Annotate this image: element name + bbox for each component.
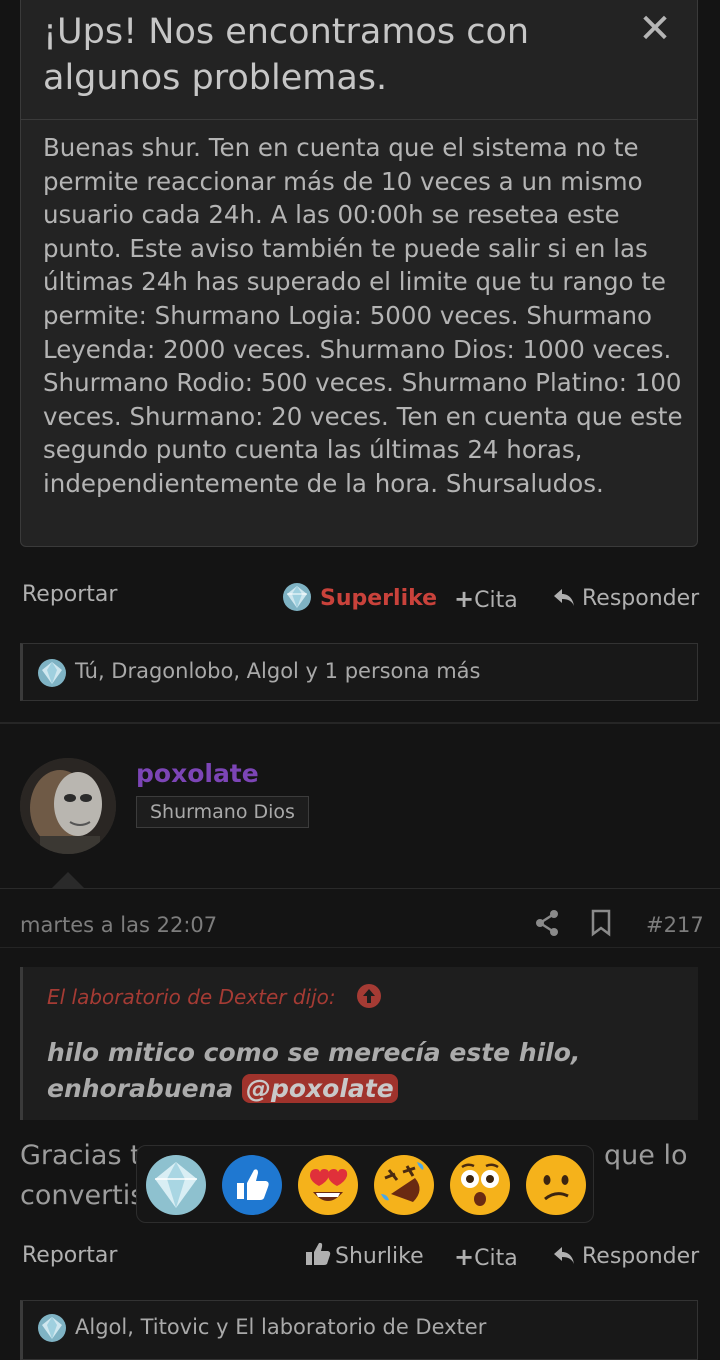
bookmark-icon[interactable] <box>590 909 612 937</box>
modal-message: Buenas shur. Ten en cuenta que el sistem… <box>43 133 683 498</box>
modal-header: ¡Ups! Nos encontramos con algunos proble… <box>21 0 697 120</box>
quote-button[interactable]: +Cita <box>454 1242 518 1274</box>
divider <box>0 722 720 724</box>
reply-icon <box>552 586 576 617</box>
quote-text: hilo mitico como se merecía este hilo, e… <box>47 1035 657 1107</box>
reply-button[interactable]: Responder <box>552 1242 699 1275</box>
reply-icon <box>552 1244 576 1275</box>
reactions-users: Tú, Dragonlobo, Algol y 1 persona más <box>75 659 481 683</box>
divider <box>0 888 720 889</box>
pointer-arrow <box>52 872 84 888</box>
modal-title: ¡Ups! Nos encontramos con algunos proble… <box>43 12 530 98</box>
quote-block: El laboratorio de Dexter dijo: hilo miti… <box>20 967 698 1120</box>
report-link[interactable]: Reportar <box>22 1241 117 1271</box>
reply-label: Responder <box>582 1244 700 1269</box>
user-rank-badge: Shurmano Dios <box>136 796 309 828</box>
quote-label: Cita <box>474 588 518 613</box>
report-link[interactable]: Reportar <box>22 580 117 610</box>
quote-label: Cita <box>474 1246 518 1271</box>
superlike-button[interactable]: Superlike <box>320 584 437 614</box>
reaction-picker <box>136 1145 594 1223</box>
heart-eyes-emoji[interactable] <box>297 1154 359 1216</box>
quote-attribution[interactable]: El laboratorio de Dexter dijo: <box>47 983 336 1011</box>
post-text-line-1-end: que lo <box>604 1140 688 1171</box>
quote-button[interactable]: +Cita <box>454 584 518 616</box>
shurlike-button[interactable]: Shurlike <box>305 1242 424 1275</box>
thumbs-up-icon <box>305 1242 331 1275</box>
diamond-icon <box>282 582 312 612</box>
diamond-icon <box>37 1313 67 1343</box>
reactions-users: Algol, Titovic y El laboratorio de Dexte… <box>75 1315 487 1339</box>
reply-label: Responder <box>582 586 700 611</box>
share-icon[interactable] <box>534 909 560 937</box>
reactions-summary[interactable]: Tú, Dragonlobo, Algol y 1 persona más <box>20 643 698 701</box>
diamond-icon[interactable] <box>145 1154 207 1216</box>
post-text-line-1: Gracias t <box>20 1140 141 1171</box>
reply-button[interactable]: Responder <box>552 584 699 617</box>
close-icon[interactable]: ✕ <box>633 7 677 51</box>
arrow-up-circle-icon[interactable] <box>357 984 381 1008</box>
divider <box>0 947 720 948</box>
thumbs-up-icon[interactable] <box>221 1154 283 1216</box>
plus-icon: + <box>454 1243 475 1271</box>
diamond-icon <box>37 658 67 688</box>
shurlike-label: Shurlike <box>335 1244 424 1269</box>
avatar[interactable] <box>20 758 116 854</box>
rofl-emoji[interactable] <box>373 1154 435 1216</box>
plus-icon: + <box>454 585 475 613</box>
post-timestamp[interactable]: martes a las 22:07 <box>20 910 217 940</box>
astonished-emoji[interactable] <box>449 1154 511 1216</box>
post-text-line-2: convertis <box>20 1180 145 1211</box>
post-number[interactable]: #217 <box>646 910 704 940</box>
user-mention[interactable]: @poxolate <box>241 1074 398 1103</box>
confused-emoji[interactable] <box>525 1154 587 1216</box>
error-modal: ¡Ups! Nos encontramos con algunos proble… <box>20 0 698 547</box>
reactions-summary[interactable]: Algol, Titovic y El laboratorio de Dexte… <box>20 1300 698 1360</box>
username-link[interactable]: poxolate <box>136 758 259 790</box>
